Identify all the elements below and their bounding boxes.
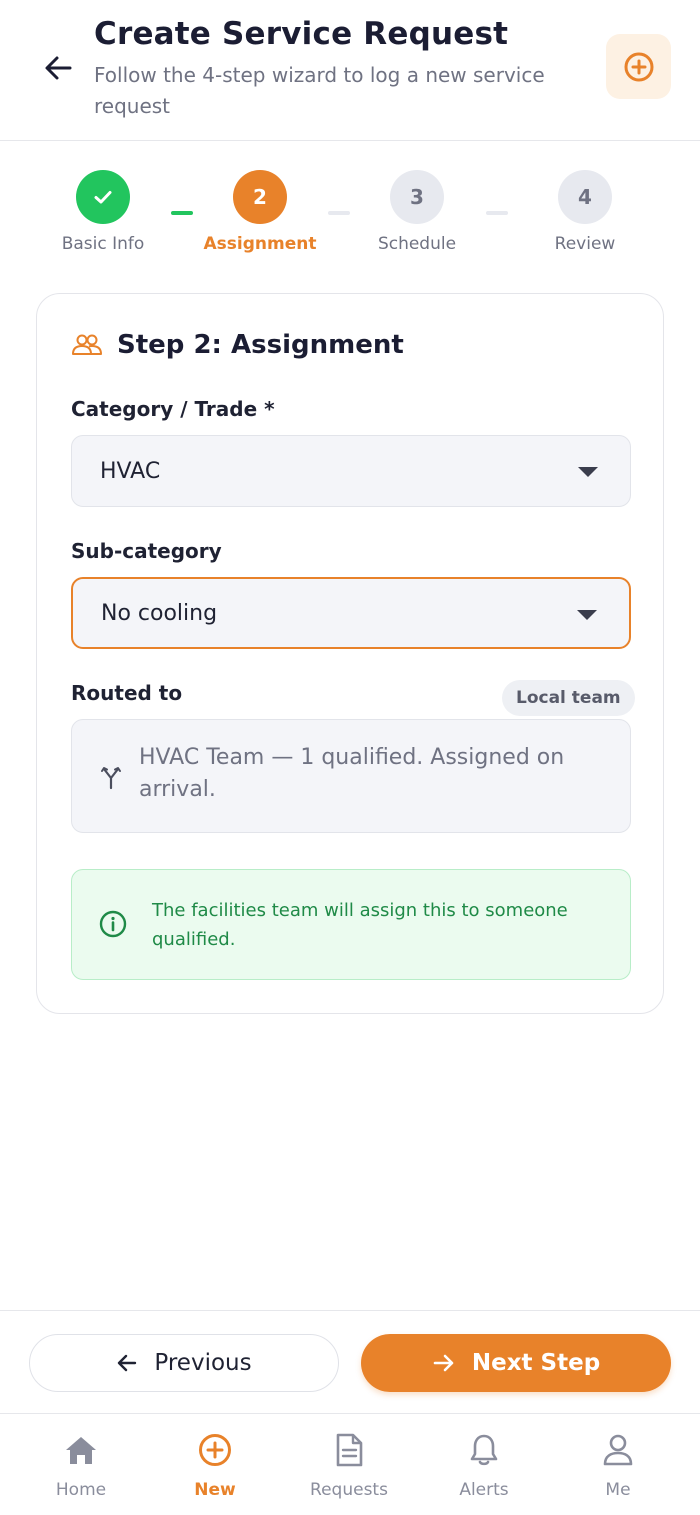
page-subtitle: Follow the 4-step wizard to log a new se… [94, 63, 545, 118]
subcategory-label: Sub-category [71, 539, 222, 563]
tab-alerts[interactable]: Alerts [417, 1414, 551, 1515]
step-label: Assignment [203, 234, 317, 254]
routed-to-box: HVAC Team — 1 qualified. Assigned on arr… [71, 719, 631, 833]
tab-label: Home [55, 1480, 107, 1500]
info-text: The facilities team will assign this to … [152, 900, 568, 950]
tab-new[interactable]: New [148, 1414, 282, 1515]
check-icon [94, 191, 112, 204]
route-icon [101, 767, 121, 790]
chevron-down-icon [577, 610, 597, 620]
arrow-left-icon [116, 1352, 138, 1374]
category-value: HVAC [100, 458, 161, 484]
previous-label: Previous [154, 1350, 252, 1376]
category-label: Category / Trade * [71, 397, 275, 421]
bell-icon [469, 1432, 499, 1468]
info-icon [99, 910, 127, 938]
add-request-button[interactable] [606, 34, 671, 99]
arrow-left-icon [45, 56, 72, 80]
step-label: Basic Info [61, 234, 145, 254]
plus-circle-icon [624, 52, 653, 81]
page-title: Create Service Request [94, 16, 509, 52]
step-review[interactable]: 4 Review [515, 170, 655, 254]
card-header: Step 2: Assignment [71, 330, 404, 360]
subcategory-value: No cooling [101, 600, 218, 626]
tab-home[interactable]: Home [14, 1414, 148, 1515]
routed-to-text: HVAC Team — 1 qualified. Assigned on arr… [139, 745, 565, 802]
tab-label: New [194, 1480, 236, 1500]
step-label: Schedule [377, 234, 457, 254]
next-step-label: Next Step [471, 1350, 601, 1376]
chevron-down-icon [578, 467, 598, 477]
tab-requests[interactable]: Requests [282, 1414, 416, 1515]
category-select[interactable]: HVAC [71, 435, 631, 507]
routed-label: Routed to [71, 681, 183, 705]
tab-label: Requests [310, 1480, 388, 1500]
previous-button[interactable]: Previous [29, 1334, 339, 1392]
plus-circle-icon [198, 1432, 232, 1468]
wizard-actions: Previous Next Step [0, 1310, 700, 1413]
tab-label: Me [605, 1480, 631, 1500]
subcategory-select[interactable]: No cooling [71, 577, 631, 649]
step-circle: 3 [390, 170, 444, 224]
document-icon [334, 1432, 364, 1468]
users-icon [72, 334, 102, 355]
step-circle: 2 [233, 170, 287, 224]
info-notice: The facilities team will assign this to … [71, 869, 631, 980]
back-button[interactable] [36, 46, 80, 90]
tab-me[interactable]: Me [551, 1414, 685, 1515]
bottom-tab-bar: Home New Requests Alerts Me [0, 1413, 700, 1515]
step-circle: 4 [558, 170, 612, 224]
step-basic-info[interactable]: Basic Info [33, 170, 173, 254]
page-header: Create Service Request Follow the 4-step… [0, 0, 700, 141]
step-label: Review [554, 234, 616, 254]
arrow-right-icon [432, 1352, 456, 1374]
step-assignment[interactable]: 2 Assignment [190, 170, 330, 254]
card-title: Step 2: Assignment [117, 330, 404, 360]
assignment-card: Step 2: Assignment Category / Trade * HV… [36, 293, 664, 1014]
step-circle [76, 170, 130, 224]
home-icon [64, 1432, 98, 1468]
local-team-badge: Local team [502, 680, 635, 716]
next-step-button[interactable]: Next Step [361, 1334, 671, 1392]
tab-label: Alerts [459, 1480, 509, 1500]
step-connector [486, 211, 508, 215]
user-icon [602, 1432, 634, 1468]
step-schedule[interactable]: 3 Schedule [347, 170, 487, 254]
